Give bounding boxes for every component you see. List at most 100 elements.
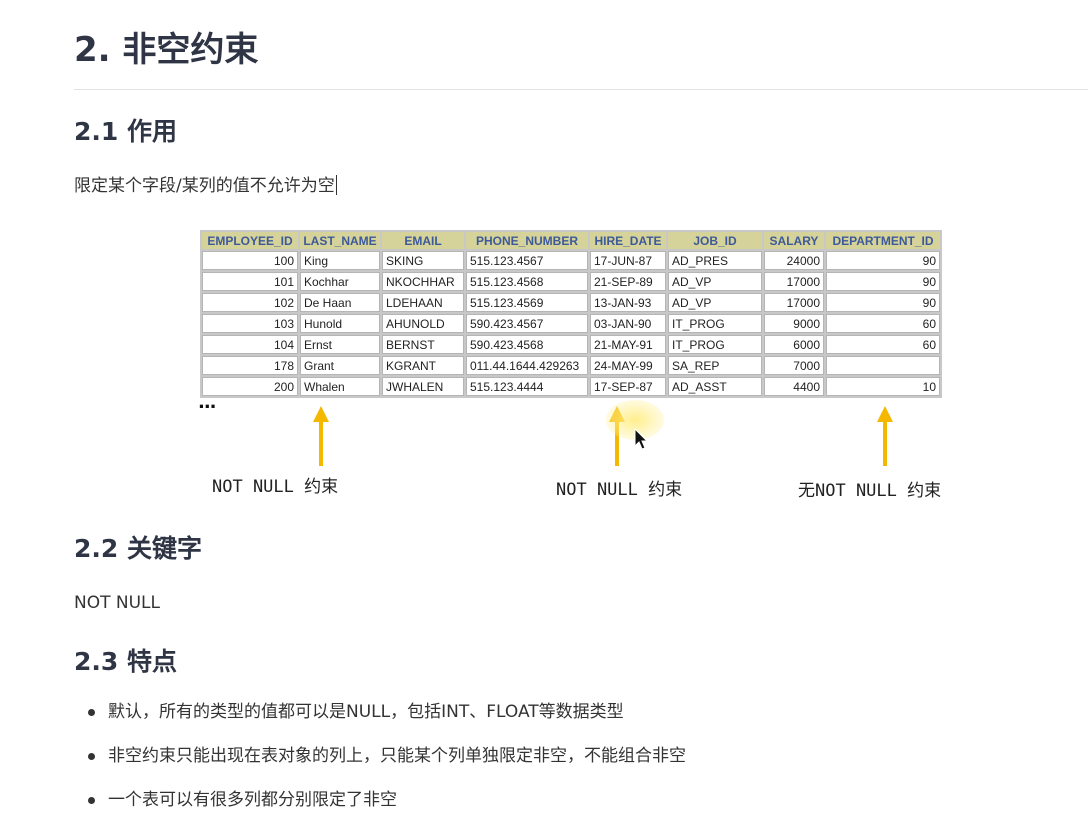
- table-cell: 24-MAY-99: [590, 356, 666, 375]
- table-cell: Grant: [300, 356, 380, 375]
- table-cell: 103: [202, 314, 298, 333]
- table-cell: 515.123.4569: [466, 293, 588, 312]
- table-cell: [826, 356, 940, 375]
- table-cell: 21-MAY-91: [590, 335, 666, 354]
- table-cell: IT_PROG: [668, 314, 762, 333]
- bullet-icon: [88, 709, 95, 716]
- title-divider: [74, 89, 1088, 90]
- table-cell: JWHALEN: [382, 377, 464, 396]
- table-cell: 13-JAN-93: [590, 293, 666, 312]
- section-text-keyword: NOT NULL: [74, 593, 160, 613]
- table-cell: Ernst: [300, 335, 380, 354]
- table-cell: 03-JAN-90: [590, 314, 666, 333]
- table-cell: LDEHAAN: [382, 293, 464, 312]
- table-cell: 90: [826, 272, 940, 291]
- column-header: DEPARTMENT_ID: [826, 232, 940, 249]
- document-page: 2. 非空约束 2.1 作用 限定某个字段/某列的值不允许为空 EMPLOYEE…: [0, 0, 1088, 821]
- table-row: 100 King SKING 515.123.4567 17-JUN-87 AD_PRES…: [202, 251, 940, 270]
- table-cell: 102: [202, 293, 298, 312]
- list-item: 一个表可以有很多列都分别限定了非空: [86, 788, 686, 821]
- column-header: EMPLOYEE_ID: [202, 232, 298, 249]
- mouse-pointer-icon: [634, 428, 649, 450]
- table-cell: KGRANT: [382, 356, 464, 375]
- bullet-icon: [88, 753, 95, 760]
- table-cell: SKING: [382, 251, 464, 270]
- list-item-text: 一个表可以有很多列都分别限定了非空: [108, 790, 397, 810]
- table-cell: 178: [202, 356, 298, 375]
- table-cell: 24000: [764, 251, 824, 270]
- table-cell: 17000: [764, 293, 824, 312]
- table-cell: AD_VP: [668, 293, 762, 312]
- table-cell: AD_ASST: [668, 377, 762, 396]
- column-header: LAST_NAME: [300, 232, 380, 249]
- table-cell: 10: [826, 377, 940, 396]
- table-cell: Kochhar: [300, 272, 380, 291]
- table-row: 178 Grant KGRANT 011.44.1644.429263 24-MAY-9…: [202, 356, 940, 375]
- employees-table-figure: EMPLOYEE_ID LAST_NAME EMAIL PHONE_NUMBER…: [198, 228, 978, 508]
- text-cursor: [335, 175, 337, 195]
- table-cell: AHUNOLD: [382, 314, 464, 333]
- column-header: EMAIL: [382, 232, 464, 249]
- table-cell: NKOCHHAR: [382, 272, 464, 291]
- caption-no-not-null: 无NOT NULL 约束: [798, 481, 942, 501]
- table-cell: 17-SEP-87: [590, 377, 666, 396]
- table-cell: 515.123.4568: [466, 272, 588, 291]
- section-text-purpose: 限定某个字段/某列的值不允许为空: [74, 174, 337, 198]
- table-continuation-ellipsis: ...: [198, 392, 216, 413]
- table-cell: SA_REP: [668, 356, 762, 375]
- table-row: 104 Ernst BERNST 590.423.4568 21-MAY-91 IT_PR…: [202, 335, 940, 354]
- table-cell: 200: [202, 377, 298, 396]
- list-item-text: 默认，所有的类型的值都可以是NULL，包括INT、FLOAT等数据类型: [108, 702, 624, 722]
- table-cell: 590.423.4568: [466, 335, 588, 354]
- table-header-row: EMPLOYEE_ID LAST_NAME EMAIL PHONE_NUMBER…: [202, 232, 940, 249]
- table-cell: King: [300, 251, 380, 270]
- table-cell: 17000: [764, 272, 824, 291]
- caption-not-null-middle: NOT NULL 约束: [556, 480, 683, 500]
- section-heading-keyword: 2.2 关键字: [74, 534, 202, 563]
- column-header: PHONE_NUMBER: [466, 232, 588, 249]
- column-header: SALARY: [764, 232, 824, 249]
- table-cell: 60: [826, 335, 940, 354]
- employees-table: EMPLOYEE_ID LAST_NAME EMAIL PHONE_NUMBER…: [200, 230, 942, 398]
- table-cell: 90: [826, 251, 940, 270]
- table-cell: 101: [202, 272, 298, 291]
- table-cell: Whalen: [300, 377, 380, 396]
- column-header: HIRE_DATE: [590, 232, 666, 249]
- table-cell: IT_PROG: [668, 335, 762, 354]
- table-cell: 515.123.4567: [466, 251, 588, 270]
- bullet-icon: [88, 797, 95, 804]
- table-cell: 7000: [764, 356, 824, 375]
- table-cell: 21-SEP-89: [590, 272, 666, 291]
- section-heading-features: 2.3 特点: [74, 647, 177, 676]
- column-header: JOB_ID: [668, 232, 762, 249]
- table-cell: 590.423.4567: [466, 314, 588, 333]
- list-item: 非空约束只能出现在表对象的列上，只能某个列单独限定非空，不能组合非空: [86, 744, 686, 788]
- table-row: 102 De Haan LDEHAAN 515.123.4569 13-JAN-93 AD…: [202, 293, 940, 312]
- features-list: 默认，所有的类型的值都可以是NULL，包括INT、FLOAT等数据类型 非空约束…: [86, 700, 686, 821]
- table-cell: 17-JUN-87: [590, 251, 666, 270]
- table-cell: 4400: [764, 377, 824, 396]
- table-row: 200 Whalen JWHALEN 515.123.4444 17-SEP-87 AD_…: [202, 377, 940, 396]
- table-cell: 60: [826, 314, 940, 333]
- table-cell: 9000: [764, 314, 824, 333]
- section-heading-purpose: 2.1 作用: [74, 117, 177, 146]
- table-cell: AD_VP: [668, 272, 762, 291]
- caption-not-null-left: NOT NULL 约束: [212, 477, 339, 497]
- table-cell: 90: [826, 293, 940, 312]
- table-cell: 100: [202, 251, 298, 270]
- arrow-up-icon: [877, 406, 893, 466]
- table-cell: 011.44.1644.429263: [466, 356, 588, 375]
- table-cell: 6000: [764, 335, 824, 354]
- page-title: 2. 非空约束: [74, 30, 259, 70]
- table-cell: AD_PRES: [668, 251, 762, 270]
- table-cell: BERNST: [382, 335, 464, 354]
- table-cell: 515.123.4444: [466, 377, 588, 396]
- table-cell: De Haan: [300, 293, 380, 312]
- table-cell: 104: [202, 335, 298, 354]
- purpose-text: 限定某个字段/某列的值不允许为空: [74, 176, 335, 196]
- arrow-up-icon: [313, 406, 329, 466]
- table-row: 101 Kochhar NKOCHHAR 515.123.4568 21-SEP-89 A…: [202, 272, 940, 291]
- table-cell: Hunold: [300, 314, 380, 333]
- list-item: 默认，所有的类型的值都可以是NULL，包括INT、FLOAT等数据类型: [86, 700, 686, 744]
- list-item-text: 非空约束只能出现在表对象的列上，只能某个列单独限定非空，不能组合非空: [108, 746, 686, 766]
